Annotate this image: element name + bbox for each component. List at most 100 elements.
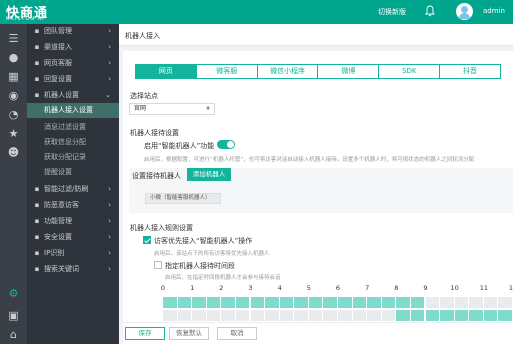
schedule-cell[interactable] (177, 297, 193, 308)
schedule-cell[interactable] (163, 310, 178, 321)
schedule-cell[interactable] (250, 310, 266, 321)
time-range-label: 指定机器人接待时间段 (165, 262, 235, 270)
sidebar-item-keyword[interactable]: ▪ 搜索关键词 › (27, 263, 119, 276)
user-icon[interactable]: ● (7, 51, 20, 64)
grid-icon[interactable]: ▦ (7, 70, 20, 83)
sidebar-item-smart-filter[interactable]: ▪ 智能过滤/防刷 › (27, 183, 119, 196)
sidebar-subitem-reminder[interactable]: 提醒设置 (27, 165, 119, 180)
tab-weibo[interactable]: 微博 (318, 65, 380, 78)
sidebar-item-robot[interactable]: ▪ 机器人设置 ⌄ (27, 89, 119, 102)
schedule-cell[interactable] (279, 297, 295, 308)
star-icon[interactable]: ★ (7, 127, 20, 140)
sidebar-item-webchat[interactable]: ▪ 网页客服 › (27, 57, 119, 70)
schedule-cell[interactable] (410, 297, 426, 308)
schedule-cell[interactable] (206, 310, 222, 321)
schedule-cell[interactable] (425, 310, 441, 321)
schedule-cell[interactable] (469, 297, 484, 308)
schedule-cell[interactable] (498, 297, 513, 308)
switch-version-link[interactable]: 切换新版 (378, 7, 406, 17)
schedule-cell[interactable] (410, 310, 426, 321)
site-select[interactable]: 官网 ▼ (129, 103, 215, 115)
priority-checkbox[interactable] (143, 236, 151, 244)
sidebar-item-ip[interactable]: ▪ IP识别 › (27, 247, 119, 260)
sidebar-subitem-assign-log[interactable]: 获取分配记录 (27, 150, 119, 165)
schedule-cell[interactable] (440, 297, 455, 308)
shop-icon[interactable]: ⌂ (7, 328, 20, 341)
schedule-cell[interactable] (265, 310, 280, 321)
tab-sdk[interactable]: SDK (379, 65, 441, 78)
tab-mini-program[interactable]: 微信小程序 (258, 65, 319, 78)
schedule-cell[interactable] (367, 310, 382, 321)
keyword-icon: ▪ (34, 265, 40, 273)
schedule-cell[interactable] (221, 310, 236, 321)
enable-robot-toggle[interactable] (217, 140, 235, 149)
schedule-cell[interactable] (206, 297, 222, 308)
sidebar-item-team[interactable]: ▪ 团队管理 › (27, 25, 119, 38)
chevron-right-icon: › (108, 265, 111, 273)
schedule-cell[interactable] (352, 297, 368, 308)
hour-label: 0 (160, 284, 166, 292)
enable-robot-hint: 启用后，根据配置，可进行“机器人托管”，也可将访客对话自动接入机器人接待。设置多… (144, 157, 475, 163)
schedule-cell[interactable] (454, 297, 470, 308)
schedule-cell[interactable] (192, 297, 207, 308)
schedule-cell[interactable] (323, 310, 338, 321)
schedule-cell[interactable] (221, 297, 236, 308)
username[interactable]: admin (483, 7, 505, 15)
schedule-cell[interactable] (483, 297, 499, 308)
schedule-cell[interactable] (425, 297, 441, 308)
sidebar-subitem-message-filter[interactable]: 消息过滤设置 (27, 120, 119, 135)
apps-icon[interactable]: ▣ (7, 309, 20, 322)
pie-icon[interactable]: ◔ (7, 108, 20, 121)
schedule-cell[interactable] (454, 310, 470, 321)
schedule-cell[interactable] (396, 310, 411, 321)
sidebar-item-label: 机器人设置 (44, 91, 79, 99)
schedule-cell[interactable] (338, 310, 353, 321)
reset-button[interactable]: 恢复默认 (169, 327, 209, 340)
schedule-cell[interactable] (250, 297, 266, 308)
schedule-cell[interactable] (323, 297, 338, 308)
sidebar-subitem-info-assign[interactable]: 获取信息分配 (27, 135, 119, 150)
avatar[interactable] (456, 3, 473, 20)
sidebar-subitem-robot-access[interactable]: 机器人接入设置 (27, 103, 119, 118)
bell-icon[interactable] (425, 5, 435, 17)
schedule-cell[interactable] (367, 297, 382, 308)
schedule-cell[interactable] (483, 310, 499, 321)
page-icon: ▪ (34, 59, 40, 67)
schedule-cell[interactable] (469, 310, 484, 321)
schedule-cell[interactable] (163, 297, 178, 308)
schedule-cell[interactable] (279, 310, 295, 321)
schedule-cell[interactable] (440, 310, 455, 321)
sidebar-item-malicious-visitor[interactable]: ▪ 防恶意访客 › (27, 199, 119, 212)
schedule-cell[interactable] (192, 310, 207, 321)
tab-web[interactable]: 网页 (136, 65, 197, 78)
schedule-cell[interactable] (381, 297, 397, 308)
schedule-cell[interactable] (177, 310, 193, 321)
schedule-cell[interactable] (294, 297, 309, 308)
schedule-cell[interactable] (235, 297, 251, 308)
schedule-cell[interactable] (265, 297, 280, 308)
bot-icon[interactable]: ☻ (7, 146, 20, 159)
schedule-cell[interactable] (381, 310, 397, 321)
chat-icon[interactable]: ◉ (7, 89, 20, 102)
sidebar-item-function[interactable]: ▪ 功能管理 › (27, 215, 119, 228)
add-robot-button[interactable]: 添加机器人 (187, 168, 231, 181)
sidebar-item-reply[interactable]: ▪ 回复设置 › (27, 73, 119, 86)
schedule-cell[interactable] (308, 297, 324, 308)
time-range-checkbox[interactable] (154, 261, 162, 269)
robot-chip[interactable]: 小微（智能客服机器人） (145, 193, 221, 204)
schedule-cell[interactable] (235, 310, 251, 321)
schedule-cell[interactable] (294, 310, 309, 321)
tab-douyin[interactable]: 抖音 (440, 65, 500, 78)
tab-wechat-service[interactable]: 微客服 (197, 65, 258, 78)
schedule-cell[interactable] (308, 310, 324, 321)
schedule-cell[interactable] (396, 297, 411, 308)
menu-icon[interactable]: ☰ (7, 32, 20, 45)
sidebar-item-channel[interactable]: ▪ 渠道接入 › (27, 41, 119, 54)
schedule-cell[interactable] (338, 297, 353, 308)
schedule-cell[interactable] (352, 310, 368, 321)
sidebar-item-security[interactable]: ▪ 安全设置 › (27, 231, 119, 244)
schedule-cell[interactable] (498, 310, 513, 321)
cancel-button[interactable]: 取消 (217, 327, 257, 340)
save-button[interactable]: 保存 (125, 327, 165, 340)
settings-icon[interactable]: ⚙ (7, 287, 20, 300)
